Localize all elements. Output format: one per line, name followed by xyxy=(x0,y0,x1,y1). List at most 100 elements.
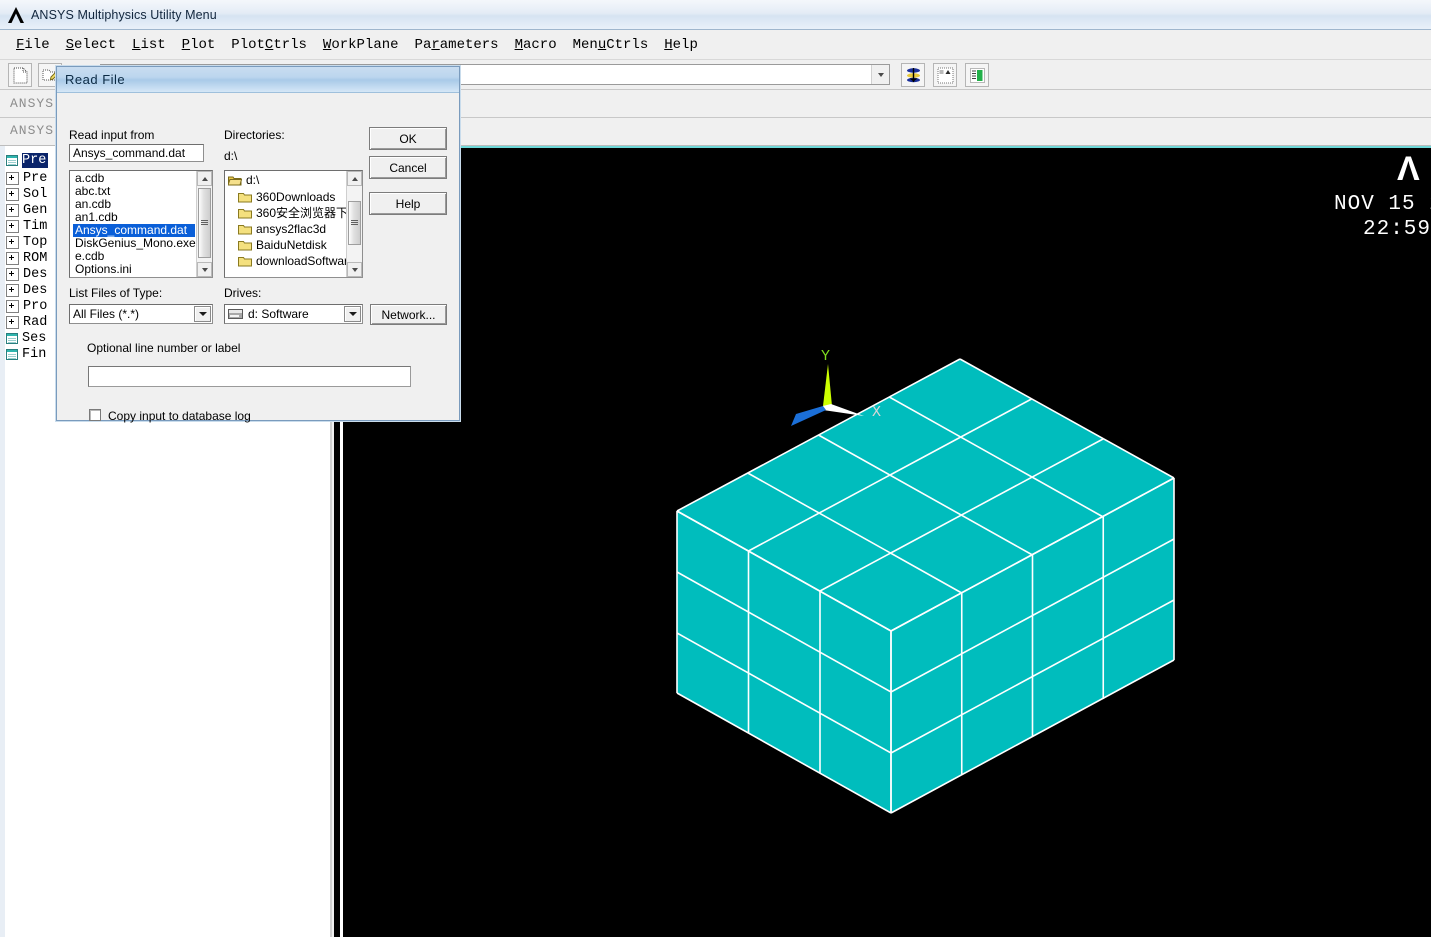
optional-line-field[interactable] xyxy=(88,366,411,387)
scroll-thumb[interactable] xyxy=(348,201,361,245)
tree-item-label: Pro xyxy=(23,299,49,314)
directory-name: BaiduNetdisk xyxy=(256,239,327,252)
file-listbox[interactable]: a.cdb abc.txt an.cdb an1.cdb Ansys_comma… xyxy=(69,170,213,278)
layers-icon[interactable] xyxy=(901,63,925,87)
scroll-down-icon[interactable] xyxy=(197,262,212,277)
window-title: ANSYS Multiphysics Utility Menu xyxy=(31,8,217,22)
list-item[interactable]: downloadSoftware xyxy=(228,253,345,269)
folder-icon xyxy=(238,192,252,203)
dialog-title: Read File xyxy=(65,72,125,87)
ansys-graphics-logo-icon: Λ xyxy=(1397,150,1420,189)
dialog-titlebar[interactable]: Read File xyxy=(57,67,459,93)
tree-item-0[interactable]: Pre xyxy=(6,152,48,168)
svg-text:Y: Y xyxy=(821,348,830,365)
new-file-icon[interactable] xyxy=(8,63,32,87)
menu-macro[interactable]: Macro xyxy=(507,35,565,55)
tree-item-7[interactable]: Des xyxy=(6,266,49,282)
expand-plus-icon[interactable] xyxy=(6,236,19,249)
expand-plus-icon[interactable] xyxy=(6,316,19,329)
tree-item-11[interactable]: Ses xyxy=(6,330,48,346)
tree-leaf-icon xyxy=(6,155,18,166)
directory-name: d:\ xyxy=(246,174,259,187)
expand-plus-icon[interactable] xyxy=(6,284,19,297)
menu-parameters[interactable]: Parameters xyxy=(407,35,507,55)
cancel-button[interactable]: Cancel xyxy=(369,156,447,179)
list-item[interactable]: 360安全浏览器下 xyxy=(228,205,345,221)
tree-item-3[interactable]: Gen xyxy=(6,202,49,218)
plot-time: 22:59 xyxy=(1363,218,1431,241)
plot-date: NOV 15 2 xyxy=(1334,193,1431,216)
read-input-from-label: Read input from xyxy=(69,128,154,142)
directory-listbox[interactable]: d:\ 360Downloads 360安全浏览器下 xyxy=(224,170,363,278)
tree-item-5[interactable]: Top xyxy=(6,234,49,250)
expand-plus-icon[interactable] xyxy=(6,220,19,233)
ok-button[interactable]: OK xyxy=(369,127,447,150)
menu-workplane[interactable]: WorkPlane xyxy=(315,35,407,55)
copy-input-label: Copy input to database log xyxy=(108,409,251,423)
graphics-window[interactable]: Y X TS Λ NOV 15 2 22:59 xyxy=(334,148,1431,937)
tree-scrollbar[interactable] xyxy=(0,146,5,937)
tree-item-label: Sol xyxy=(23,187,49,202)
raise-hidden-icon[interactable] xyxy=(933,63,957,87)
expand-plus-icon[interactable] xyxy=(6,268,19,281)
tree-item-label: Des xyxy=(23,267,49,282)
tree-item-2[interactable]: Sol xyxy=(6,186,49,202)
tree-item-9[interactable]: Pro xyxy=(6,298,49,314)
menubar: FFileile Select List Plot PlotCtrls Work… xyxy=(0,30,1431,60)
directory-name: 360安全浏览器下 xyxy=(256,207,348,220)
expand-plus-icon[interactable] xyxy=(6,172,19,185)
folder-icon xyxy=(238,240,252,251)
menu-plot[interactable]: Plot xyxy=(174,35,224,55)
folder-icon xyxy=(238,224,252,235)
expand-plus-icon[interactable] xyxy=(6,300,19,313)
menu-file[interactable]: FFileile xyxy=(8,35,58,55)
chevron-down-icon[interactable] xyxy=(194,306,211,322)
report-generator-icon[interactable] xyxy=(965,63,989,87)
chevron-down-icon[interactable] xyxy=(344,306,361,322)
tree-item-4[interactable]: Tim xyxy=(6,218,49,234)
tree-item-label: Rad xyxy=(23,315,49,330)
expand-plus-icon[interactable] xyxy=(6,188,19,201)
directory-list-scrollbar[interactable] xyxy=(346,171,362,277)
list-item[interactable]: Options.ini xyxy=(73,263,195,276)
list-files-of-type-combo[interactable]: All Files (*.*) xyxy=(69,304,213,324)
menu-menuctrls[interactable]: MenuCtrls xyxy=(565,35,657,55)
menu-select[interactable]: Select xyxy=(58,35,124,55)
tree-item-8[interactable]: Des xyxy=(6,282,49,298)
expand-plus-icon[interactable] xyxy=(6,252,19,265)
ansys-application-window: ANSYS Multiphysics Utility Menu FFileile… xyxy=(0,0,1431,937)
menu-plotctrls[interactable]: PlotCtrls xyxy=(223,35,315,55)
tree-item-label: Pre xyxy=(23,171,49,186)
scroll-down-icon[interactable] xyxy=(347,262,362,277)
tree-item-12[interactable]: Fin xyxy=(6,346,48,362)
chevron-down-icon[interactable] xyxy=(871,65,889,84)
expand-plus-icon[interactable] xyxy=(6,204,19,217)
tree-item-label: Des xyxy=(23,283,49,298)
list-item[interactable]: d:\ xyxy=(228,172,345,189)
ansys-logo-icon xyxy=(5,5,27,25)
tree-item-6[interactable]: ROM xyxy=(6,250,49,266)
menu-help[interactable]: Help xyxy=(656,35,706,55)
open-folder-icon xyxy=(228,175,242,186)
directory-name: 360Downloads xyxy=(256,191,335,204)
tree-item-1[interactable]: Pre xyxy=(6,170,49,186)
scroll-up-icon[interactable] xyxy=(347,171,362,186)
help-button[interactable]: Help xyxy=(369,192,447,215)
optional-line-label: Optional line number or label xyxy=(87,341,240,355)
mesh-plot: Y X xyxy=(334,148,1431,937)
tree-item-label: Ses xyxy=(22,331,48,346)
tree-item-10[interactable]: Rad xyxy=(6,314,49,330)
menu-list[interactable]: List xyxy=(124,35,174,55)
window-titlebar: ANSYS Multiphysics Utility Menu xyxy=(0,0,1431,30)
file-list-scrollbar[interactable] xyxy=(196,171,212,277)
drives-combo[interactable]: d: Software xyxy=(224,304,363,324)
read-file-dialog[interactable]: Read File Read input from Ansys_command.… xyxy=(56,66,460,421)
scroll-thumb[interactable] xyxy=(198,188,211,258)
scroll-up-icon[interactable] xyxy=(197,171,212,186)
list-item[interactable]: 360Downloads xyxy=(228,189,345,205)
list-item[interactable]: BaiduNetdisk xyxy=(228,237,345,253)
read-input-from-field[interactable]: Ansys_command.dat xyxy=(69,144,204,162)
list-item[interactable]: ansys2flac3d xyxy=(228,221,345,237)
network-button[interactable]: Network... xyxy=(370,304,447,325)
copy-input-checkbox[interactable] xyxy=(89,409,101,421)
